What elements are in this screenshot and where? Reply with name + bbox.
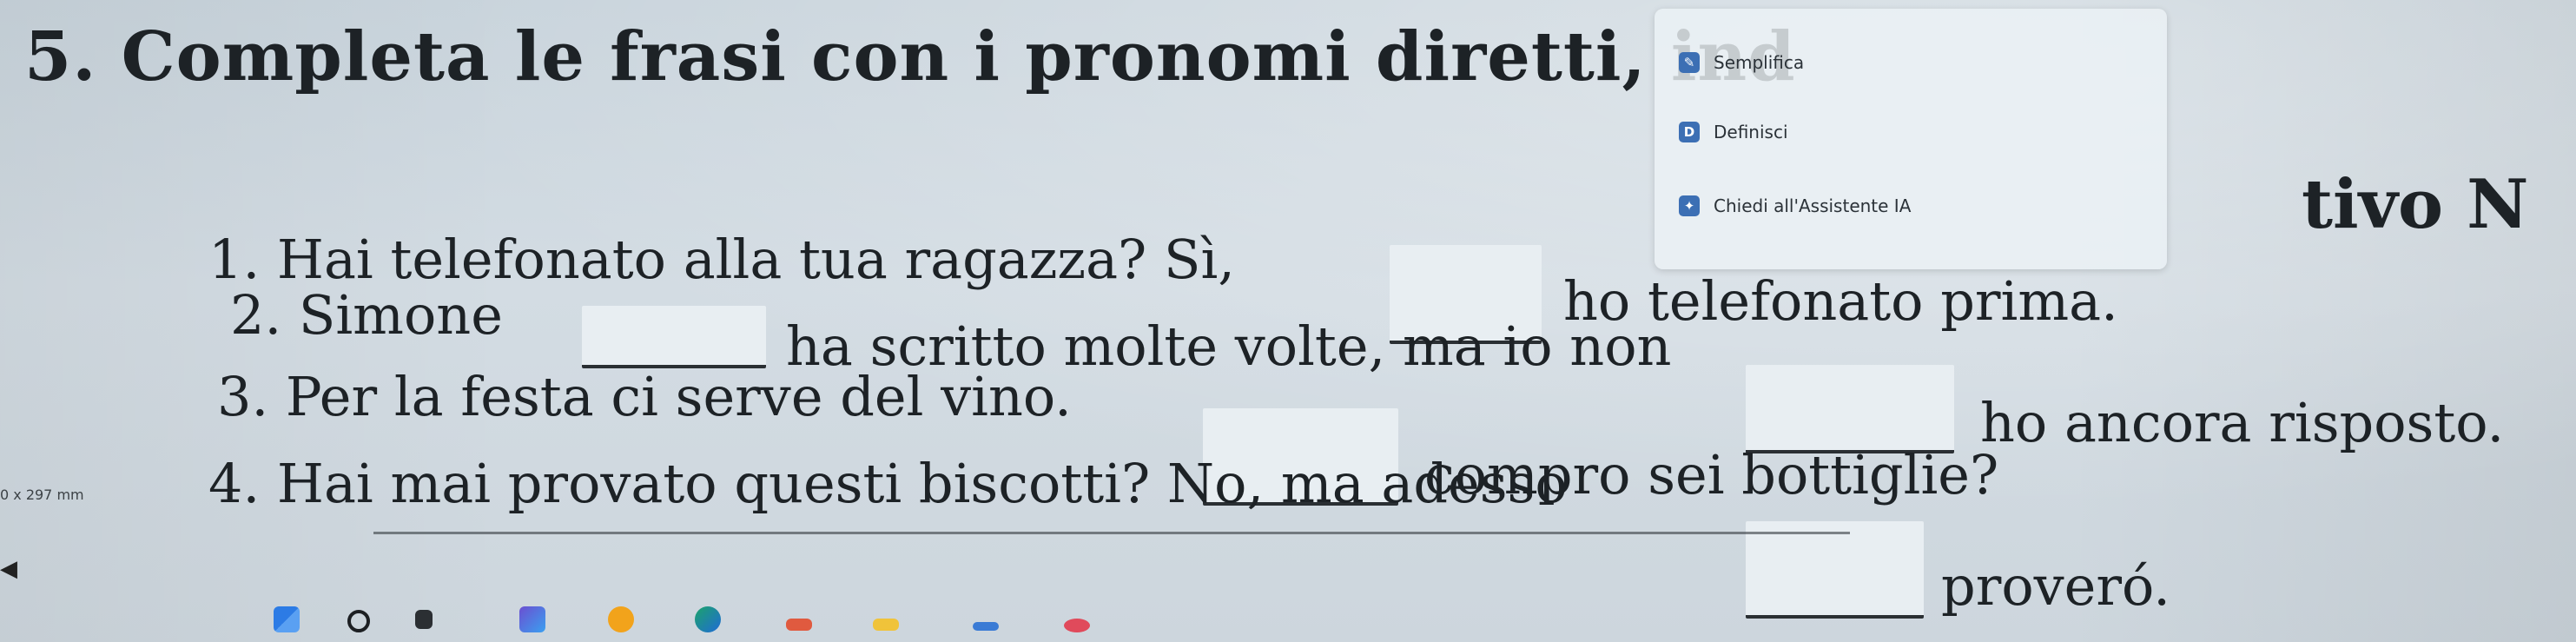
exercise-title-tail: tivo N xyxy=(2302,165,2529,244)
divider xyxy=(373,532,1850,534)
menu-item-define[interactable]: D Definisci xyxy=(1679,122,1788,142)
exercise-title: 5. Completa le frasi con i pronomi diret… xyxy=(24,17,1796,96)
answer-blank-5[interactable] xyxy=(1746,521,1924,619)
sentence-text: Per la festa ci serve del vino. xyxy=(285,365,1072,428)
sentence-text: Simone xyxy=(298,283,503,347)
sentence-text: Hai telefonato alla tua ragazza? Sì, xyxy=(276,228,1236,291)
taskbar xyxy=(0,599,1563,642)
browser-icon[interactable] xyxy=(695,606,721,632)
menu-item-label: Chiedi all'Assistente IA xyxy=(1714,195,1912,216)
app-icon[interactable] xyxy=(608,606,634,632)
sentence-4-after: proveró. xyxy=(1941,554,2170,618)
sentence-number: 3. xyxy=(217,365,269,428)
define-icon: D xyxy=(1679,122,1700,142)
app-icon[interactable] xyxy=(973,622,999,631)
ai-assistant-icon: ✦ xyxy=(1679,195,1700,216)
back-arrow-icon[interactable]: ◀ xyxy=(0,556,17,582)
task-view-icon[interactable] xyxy=(415,610,433,629)
answer-blank-3[interactable] xyxy=(1746,365,1954,453)
search-icon[interactable] xyxy=(347,610,370,632)
sentence-4: 4. Hai mai provato questi biscotti? No, … xyxy=(208,452,1568,515)
answer-blank-2[interactable] xyxy=(582,306,766,368)
simplify-icon: ✎ xyxy=(1679,52,1700,73)
sentence-2-continuation: ho ancora risposto. xyxy=(1980,391,2505,454)
menu-item-label: Definisci xyxy=(1714,122,1788,142)
menu-item-ask-ai[interactable]: ✦ Chiedi all'Assistente IA xyxy=(1679,195,1911,216)
app-icon[interactable] xyxy=(786,619,812,631)
menu-item-label: Semplifica xyxy=(1714,52,1805,73)
menu-item-simplify[interactable]: ✎ Semplifica xyxy=(1679,52,1804,73)
folder-icon[interactable] xyxy=(873,619,899,631)
sentence-2: 2. Simone xyxy=(230,283,503,347)
sentence-text: Hai mai provato questi biscotti? No, ma … xyxy=(276,452,1568,515)
context-menu: ✎ Semplifica D Definisci ✦ Chiedi all'As… xyxy=(1655,9,2167,269)
widgets-icon[interactable] xyxy=(519,606,545,632)
app-icon[interactable] xyxy=(1064,619,1090,632)
sentence-number: 4. xyxy=(208,452,261,515)
page-dimensions-label: 0 x 297 mm xyxy=(0,486,84,503)
sentence-1: 1. Hai telefonato alla tua ragazza? Sì, xyxy=(208,228,1235,291)
sentence-number: 1. xyxy=(208,228,261,291)
sentence-number: 2. xyxy=(230,283,282,347)
sentence-3: 3. Per la festa ci serve del vino. xyxy=(217,365,1072,428)
start-icon[interactable] xyxy=(274,606,300,632)
